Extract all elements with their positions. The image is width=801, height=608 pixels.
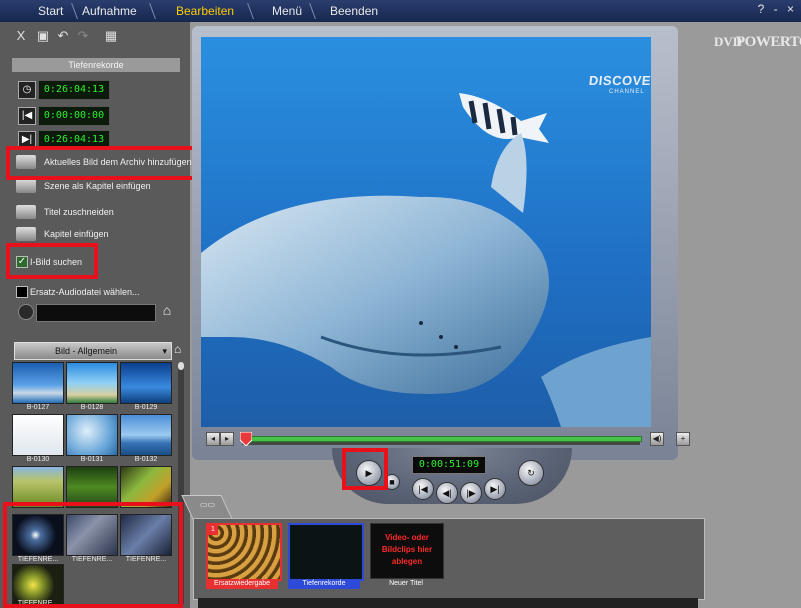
timeline-scrollbar[interactable] [198,598,698,608]
clip-number: 1 [208,525,218,535]
delete-icon[interactable]: ▦ [102,28,120,44]
highlight-box [6,146,206,180]
prev-mark-icon[interactable]: ◂ [206,432,220,446]
storyboard-area: 1 Ersatzwiedergabe Tiefenrekorde Video- … [193,518,705,600]
text-tool-icon[interactable]: X [12,28,30,44]
audio-record-button[interactable] [18,304,34,320]
drop-zone[interactable]: Video- oder Bildclips hier ablegen [370,523,444,579]
redo-icon[interactable]: ↷ [74,28,92,44]
timecode-start-value[interactable]: 0:00:00:00 [38,106,110,126]
library-thumb-label: B-0127 [26,404,50,411]
insert-chapter-icon [16,179,36,193]
library-thumb-label: B-0132 [134,456,158,463]
library-thumb[interactable] [12,362,64,404]
audio-label-text: Ersatz-Audiodatei wählen... [30,287,140,297]
library-thumb-label: B-0128 [80,404,104,411]
next-mark-icon[interactable]: ▸ [220,432,234,446]
insert-chapter-label: Kapitel einfügen [44,229,109,239]
nav-separator [237,3,254,19]
library-thumb[interactable] [66,414,118,456]
clip-label: Tiefenrekorde [288,579,360,589]
window-controls[interactable]: ? - × [758,2,797,16]
video-preview[interactable]: DISCOVERY CHANNEL [201,37,651,427]
audio-checkbox[interactable] [16,286,28,298]
nav-menu[interactable]: Menü [272,2,302,20]
nav-separator [61,3,78,19]
library-thumb-label: B-0130 [26,456,50,463]
nav-separator [139,3,156,19]
volume-icon[interactable]: ◀) [650,432,664,446]
playhead-icon[interactable] [240,432,252,446]
library-thumb[interactable] [120,362,172,404]
nav-aufnahme[interactable]: Aufnahme [82,2,137,20]
library-category-value: Bild - Allgemein [55,346,118,356]
chapter-icon [16,227,36,241]
trim-icon [16,205,36,219]
timecode-start: |◀ 0:00:00:00 [18,106,138,126]
title-clip[interactable] [288,523,364,581]
library-thumb-label: B-0131 [80,456,104,463]
undo-icon[interactable]: ↶ [54,28,72,44]
trim-title-button[interactable]: Titel zuschneiden [12,202,162,222]
nav-beenden[interactable]: Beenden [330,2,378,20]
clip-label: Neuer Titel [370,579,442,589]
channel-logo-subtitle: CHANNEL [609,89,645,95]
library-folder-icon[interactable]: ⌂ [174,342,188,358]
product-logo-name: POWERTOOL [736,34,801,50]
skip-back-button[interactable]: |◀ [412,478,434,500]
skip-forward-button[interactable]: ▶| [484,478,506,500]
timecode-current: ◷ 0:26:04:13 [18,80,138,100]
highlight-box [3,502,183,608]
playback-timecode[interactable]: 0:00:51:09 [412,456,486,474]
highlight-box [6,243,98,279]
channel-logo: DISCOVERY [588,73,651,88]
top-navigation: Start Aufnahme Bearbeiten Menü Beenden ?… [0,0,801,22]
drop-zone-text: Video- oder Bildclips hier ablegen [381,533,433,566]
loop-button[interactable]: ↻ [518,460,544,486]
clip-label: Ersatzwiedergabe [206,579,278,589]
folder-open-icon[interactable]: ⌂ [158,302,176,320]
nav-bearbeiten[interactable]: Bearbeiten [176,2,234,20]
library-thumb[interactable] [120,414,172,456]
library-thumb[interactable] [12,414,64,456]
trim-title-label: Titel zuschneiden [44,207,114,217]
chevron-down-icon: ▾ [162,346,167,356]
section-title: Tiefenrekorde [12,58,180,72]
nav-start[interactable]: Start [38,2,63,20]
highlight-box [342,448,388,490]
library-thumb-label: B-0129 [134,404,158,411]
library-category-select[interactable]: Bild - Allgemein ▾ [14,342,172,360]
save-icon[interactable]: ▣ [34,28,52,44]
mark-in-icon[interactable]: |◀ [18,107,36,125]
library-thumb[interactable] [66,362,118,404]
frame-back-button[interactable]: ◀| [436,482,458,504]
insert-chapter-button[interactable]: Kapitel einfügen [12,224,162,244]
title-clip[interactable]: 1 [206,523,282,581]
add-clip-icon[interactable]: + [676,432,690,446]
frame-forward-button[interactable]: |▶ [460,482,482,504]
video-frame-image [201,37,651,427]
scrollbar-thumb[interactable] [178,362,184,370]
clock-icon: ◷ [18,81,36,99]
filmstrip-icon: ▭▭ [200,500,216,509]
audio-label: Ersatz-Audiodatei wählen... [30,282,170,302]
timeline-marker-track [242,442,640,445]
timecode-current-value[interactable]: 0:26:04:13 [38,80,110,100]
audio-file-input[interactable] [36,304,156,322]
